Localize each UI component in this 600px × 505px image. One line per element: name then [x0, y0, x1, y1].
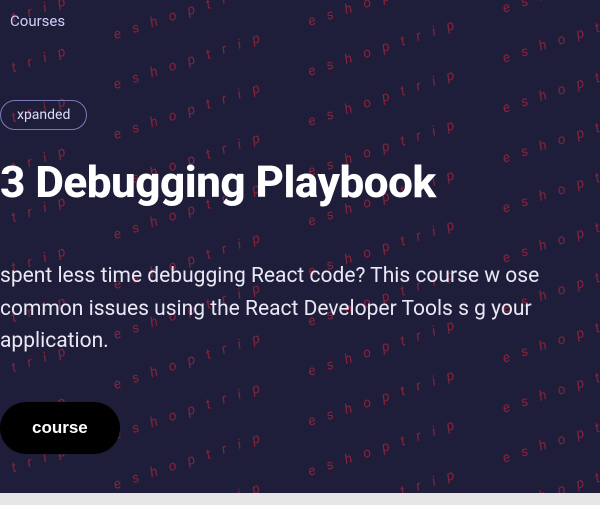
cta-button-label: course [32, 418, 88, 437]
start-course-button[interactable]: course [0, 402, 120, 454]
page-content: Courses xpanded 3 Debugging Playbook spe… [0, 0, 600, 454]
bottom-edge-strip [0, 493, 600, 505]
course-description: spent less time debugging React code? Th… [0, 260, 600, 358]
page-title: 3 Debugging Playbook [0, 158, 600, 206]
status-badge: xpanded [0, 100, 87, 130]
status-badge-label: xpanded [17, 107, 70, 123]
breadcrumb-item-courses[interactable]: Courses [10, 12, 65, 30]
breadcrumb[interactable]: Courses [0, 12, 600, 30]
